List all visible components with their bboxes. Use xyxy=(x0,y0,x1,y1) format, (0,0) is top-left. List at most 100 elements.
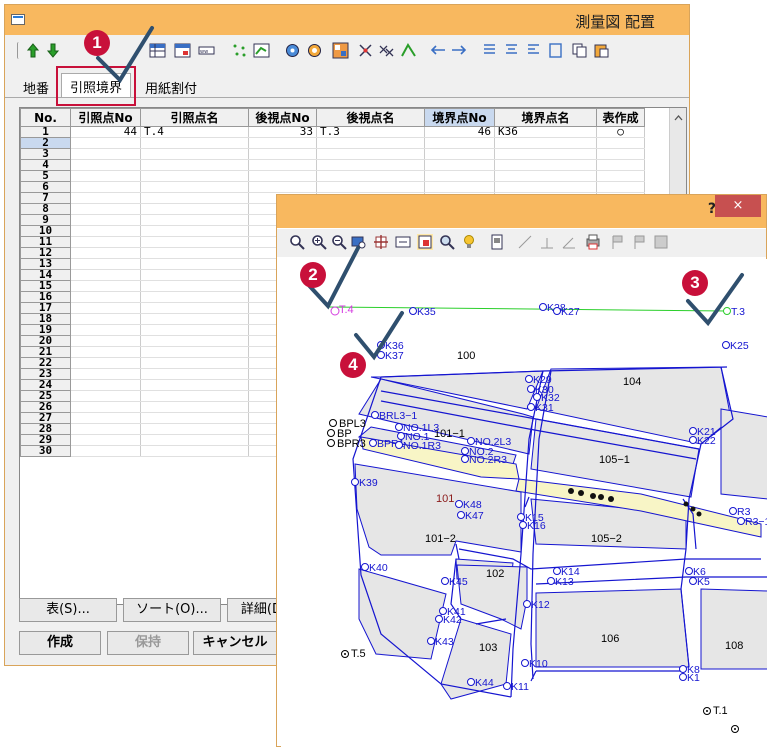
table-cell-ref-no[interactable] xyxy=(70,269,141,281)
pan-icon[interactable] xyxy=(373,234,389,250)
table-cell-ref-name[interactable] xyxy=(140,291,249,303)
row-number[interactable]: 30 xyxy=(20,445,71,457)
table-cell-ref-no[interactable] xyxy=(70,192,141,204)
table-cell-make[interactable] xyxy=(596,170,645,182)
table-cell-ref-no[interactable] xyxy=(70,225,141,237)
table-cell-ref-name[interactable] xyxy=(140,269,249,281)
table-cell-bound-name[interactable]: K36 xyxy=(494,126,597,138)
table-cell-ref-name[interactable] xyxy=(140,324,249,336)
survey-point-marker[interactable] xyxy=(527,403,535,411)
align2-icon[interactable] xyxy=(503,42,520,59)
table-cell-ref-no[interactable] xyxy=(70,258,141,270)
survey-point-marker[interactable] xyxy=(553,567,561,575)
circle-target-icon[interactable] xyxy=(284,42,301,59)
table-row[interactable]: 3 xyxy=(20,148,645,160)
survey-point-marker[interactable] xyxy=(435,615,443,623)
table-cell-back-no[interactable] xyxy=(248,148,317,160)
tab-parcel-number[interactable]: 地番 xyxy=(15,75,57,97)
survey-point-marker[interactable] xyxy=(461,447,469,455)
survey-point-marker[interactable] xyxy=(685,567,693,575)
survey-point-marker[interactable] xyxy=(539,303,547,311)
table-cell-ref-name[interactable] xyxy=(140,412,249,424)
table-cell-ref-no[interactable] xyxy=(70,291,141,303)
bulb-icon[interactable] xyxy=(461,234,477,250)
survey-point-marker[interactable] xyxy=(525,375,533,383)
table-cell-bound-no[interactable] xyxy=(424,159,495,171)
table-cell-back-no[interactable] xyxy=(248,181,317,193)
search-icon[interactable] xyxy=(439,234,455,250)
survey-point-marker[interactable] xyxy=(729,507,737,515)
survey-point-marker[interactable] xyxy=(533,393,541,401)
survey-point-marker[interactable] xyxy=(679,665,687,673)
table-cell-ref-no[interactable] xyxy=(70,401,141,413)
col-ref-name[interactable]: 引照点名 xyxy=(140,108,249,127)
table-cell-make[interactable] xyxy=(596,159,645,171)
table-row[interactable]: 6 xyxy=(20,181,645,193)
table-cell-ref-name[interactable]: T.4 xyxy=(140,126,249,138)
survey-point-marker[interactable] xyxy=(523,600,531,608)
close-button[interactable]: × xyxy=(715,195,761,217)
table-cell-ref-no[interactable] xyxy=(70,247,141,259)
table-row[interactable]: 4 xyxy=(20,159,645,171)
table-cell-back-name[interactable] xyxy=(316,181,425,193)
survey-point-marker[interactable] xyxy=(519,521,527,529)
table-cell-ref-name[interactable] xyxy=(140,346,249,358)
survey-point-marker[interactable] xyxy=(503,682,511,690)
arrow-up-icon[interactable] xyxy=(25,42,42,59)
table-cell-ref-name[interactable] xyxy=(140,214,249,226)
grid-icon[interactable] xyxy=(653,234,669,250)
insert-right-icon[interactable] xyxy=(450,42,467,59)
table-cell-ref-no[interactable] xyxy=(70,302,141,314)
table-cell-ref-no[interactable] xyxy=(70,159,141,171)
table-cell-ref-name[interactable] xyxy=(140,313,249,325)
table-row[interactable]: 1 44 T.4 33 T.3 46 K36 ○ xyxy=(20,126,645,138)
align4-icon[interactable] xyxy=(547,42,564,59)
col-bound-name[interactable]: 境界点名 xyxy=(494,108,597,127)
survey-point-marker[interactable] xyxy=(527,385,535,393)
table-cell-ref-no[interactable] xyxy=(70,335,141,347)
survey-point-marker[interactable] xyxy=(521,659,529,667)
survey-point-marker[interactable] xyxy=(461,455,469,463)
table-cell-ref-no[interactable] xyxy=(70,214,141,226)
table-cell-make[interactable]: ○ xyxy=(596,126,645,138)
table-cell-back-no[interactable] xyxy=(248,159,317,171)
table-cell-back-name[interactable]: T.3 xyxy=(316,126,425,138)
table-cell-ref-no[interactable] xyxy=(70,203,141,215)
table-cell-ref-name[interactable] xyxy=(140,137,249,149)
hold-button[interactable]: 保持 xyxy=(107,631,189,655)
point-icon[interactable] xyxy=(357,42,374,59)
cancel-button[interactable]: キャンセル xyxy=(193,631,277,655)
table-cell-ref-name[interactable] xyxy=(140,236,249,248)
col-make[interactable]: 表作成 xyxy=(596,108,645,127)
table-cell-bound-no[interactable] xyxy=(424,170,495,182)
survey-point-marker[interactable] xyxy=(395,423,403,431)
table-row[interactable]: 2 xyxy=(20,137,645,149)
table-cell-bound-no[interactable]: 46 xyxy=(424,126,495,138)
table-cell-bound-name[interactable] xyxy=(494,148,597,160)
paste-icon[interactable] xyxy=(593,42,610,59)
col-ref-no[interactable]: 引照点No xyxy=(70,108,141,127)
table-cell-ref-name[interactable] xyxy=(140,302,249,314)
flag-icon[interactable] xyxy=(609,234,625,250)
survey-point-marker[interactable] xyxy=(455,500,463,508)
table-cell-ref-name[interactable] xyxy=(140,159,249,171)
chart-icon[interactable] xyxy=(253,42,270,59)
table-cell-ref-name[interactable] xyxy=(140,280,249,292)
table-cell-back-name[interactable] xyxy=(316,170,425,182)
survey-point-marker[interactable] xyxy=(409,307,417,315)
table-cell-bound-no[interactable] xyxy=(424,148,495,160)
survey-point-marker[interactable] xyxy=(679,673,687,681)
table-edit-icon[interactable] xyxy=(174,42,191,59)
survey-point-marker[interactable] xyxy=(427,637,435,645)
survey-point-marker[interactable] xyxy=(517,513,525,521)
line-tool-icon[interactable] xyxy=(517,234,533,250)
table-cell-ref-no[interactable] xyxy=(70,137,141,149)
layout-icon[interactable] xyxy=(332,42,349,59)
table-cell-ref-no[interactable] xyxy=(70,390,141,402)
table-cell-bound-name[interactable] xyxy=(494,181,597,193)
table-cell-ref-no[interactable] xyxy=(70,434,141,446)
col-no[interactable]: No. xyxy=(20,108,71,127)
table-cell-ref-no[interactable] xyxy=(70,148,141,160)
table-cell-ref-no[interactable] xyxy=(70,324,141,336)
table-cell-ref-name[interactable] xyxy=(140,368,249,380)
